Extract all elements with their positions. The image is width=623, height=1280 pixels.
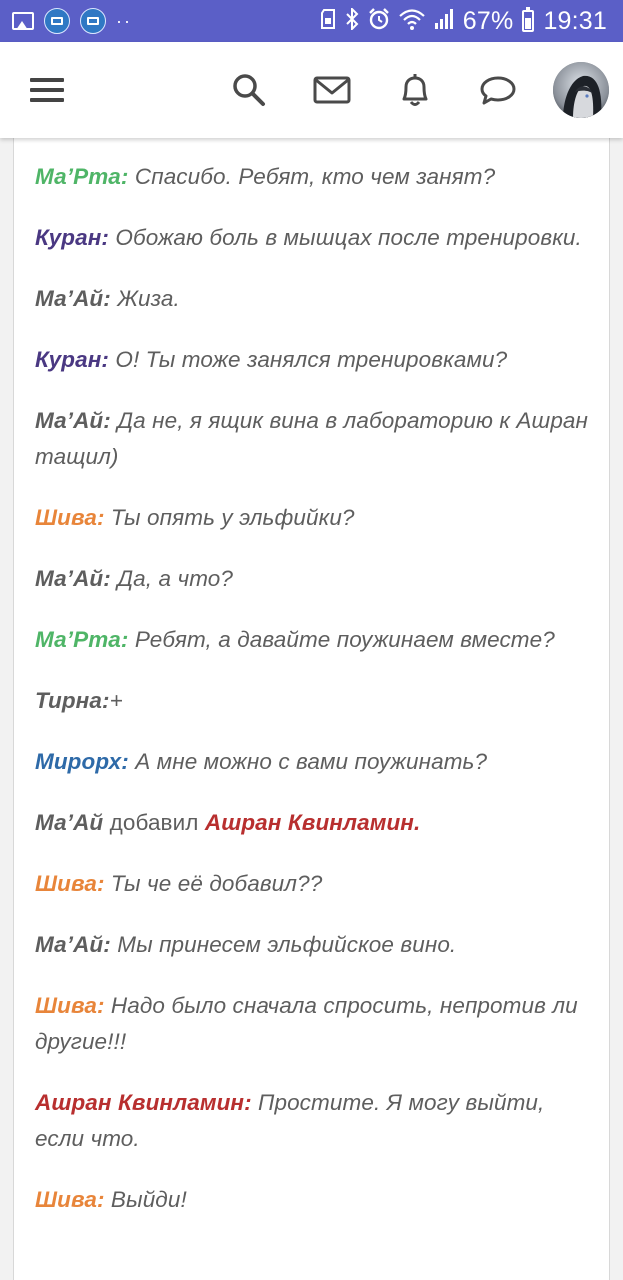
user-avatar[interactable] <box>553 62 609 118</box>
message-text: добавил <box>103 810 205 835</box>
search-icon[interactable] <box>229 70 269 110</box>
message: Тирна:+ <box>35 683 595 719</box>
speaker-name: Ма’Рта: <box>35 627 129 652</box>
speaker-name: Ма’Ай: <box>35 566 111 591</box>
message-text: О! Ты тоже занялся тренировками? <box>109 347 508 372</box>
app-notification-icon <box>80 8 106 34</box>
message-text: Ты опять у эльфийки? <box>104 505 355 530</box>
hamburger-menu-icon[interactable] <box>30 78 64 102</box>
message: Ма’Ай: Да, а что? <box>35 561 595 597</box>
message: Ашран Квинламин: Простите. Я могу выйти,… <box>35 1085 595 1157</box>
speaker-name: Мирорх: <box>35 749 129 774</box>
message: Шива: Ты опять у эльфийки? <box>35 500 595 536</box>
speaker-name: Шива: <box>35 505 105 530</box>
message-text: Ребят, а давайте поужинаем вместе? <box>128 627 555 652</box>
message-text: А мне можно с вами поужинать? <box>128 749 488 774</box>
battery-icon <box>522 7 535 32</box>
message: Ма’Рта: Спасибо. Ребят, кто чем занят? <box>35 159 595 195</box>
speaker-name: Тирна: <box>35 688 110 713</box>
status-bar: ·· 67% 19:31 <box>0 0 623 42</box>
app-header <box>0 42 623 138</box>
speaker-name: Куран: <box>35 225 109 250</box>
message-text: Мы принесем эльфийское вино. <box>110 932 457 957</box>
message: Куран: Обожаю боль в мышцах после тренир… <box>35 220 595 256</box>
speaker-name: Шива: <box>35 871 105 896</box>
speaker-name: Ма’Рта: <box>35 164 129 189</box>
message: Шива: Ты че её добавил?? <box>35 866 595 902</box>
alarm-icon <box>368 7 390 35</box>
added-user-name: Ашран Квинламин. <box>204 810 421 835</box>
clock: 19:31 <box>543 7 607 35</box>
speaker-name: Ма’Ай: <box>35 408 111 433</box>
system-message: Ма’Ай добавил Ашран Квинламин. <box>35 805 595 841</box>
speaker-name: Ашран Квинламин: <box>35 1090 252 1115</box>
message-text: Ты че её добавил?? <box>104 871 323 896</box>
chat-log: Ма’Рта: Спасибо. Ребят, кто чем занят? К… <box>13 138 610 1280</box>
message: Мирорх: А мне можно с вами поужинать? <box>35 744 595 780</box>
status-bar-notifications: ·· <box>12 8 132 34</box>
speaker-name: Куран: <box>35 347 109 372</box>
speaker-name: Шива: <box>35 993 105 1018</box>
sd-card-icon <box>320 8 336 34</box>
message: Шива: Надо было сначала спросить, непрот… <box>35 988 595 1060</box>
app-notification-icon <box>44 8 70 34</box>
bell-icon[interactable] <box>395 70 435 110</box>
more-notifications-icon: ·· <box>116 11 132 31</box>
message: Ма’Ай: Да не, я ящик вина в лабораторию … <box>35 403 595 475</box>
message: Ма’Рта: Ребят, а давайте поужинаем вмест… <box>35 622 595 658</box>
speaker-name: Ма’Ай: <box>35 286 111 311</box>
signal-icon <box>434 8 454 35</box>
gallery-notification-icon <box>12 12 34 30</box>
message-text: Надо было сначала спросить, непротив ли … <box>35 993 578 1054</box>
message-text: + <box>109 688 123 713</box>
mail-icon[interactable] <box>312 70 352 110</box>
status-bar-system: 67% 19:31 <box>320 6 607 36</box>
battery-percent: 67% <box>462 7 514 35</box>
message: Ма’Ай: Жиза. <box>35 281 595 317</box>
message-text: Выйди! <box>104 1187 187 1212</box>
message-text: Жиза. <box>110 286 180 311</box>
chat-bubble-icon[interactable] <box>478 70 518 110</box>
speaker-name: Ма’Ай <box>35 810 104 835</box>
message-list: Ма’Рта: Спасибо. Ребят, кто чем занят? К… <box>35 159 595 1243</box>
message-text: Обожаю боль в мышцах после тренировки. <box>109 225 582 250</box>
wifi-icon <box>399 8 425 35</box>
message-text: Да не, я ящик вина в лабораторию к Ашран… <box>35 408 589 469</box>
bluetooth-icon <box>345 6 359 35</box>
message: Шива: Выйди! <box>35 1182 595 1218</box>
message: Ма’Ай: Мы принесем эльфийское вино. <box>35 927 595 963</box>
message-text: Спасибо. Ребят, кто чем занят? <box>128 164 496 189</box>
message-text: Да, а что? <box>110 566 234 591</box>
speaker-name: Ма’Ай: <box>35 932 111 957</box>
speaker-name: Шива: <box>35 1187 105 1212</box>
message: Куран: О! Ты тоже занялся тренировками? <box>35 342 595 378</box>
